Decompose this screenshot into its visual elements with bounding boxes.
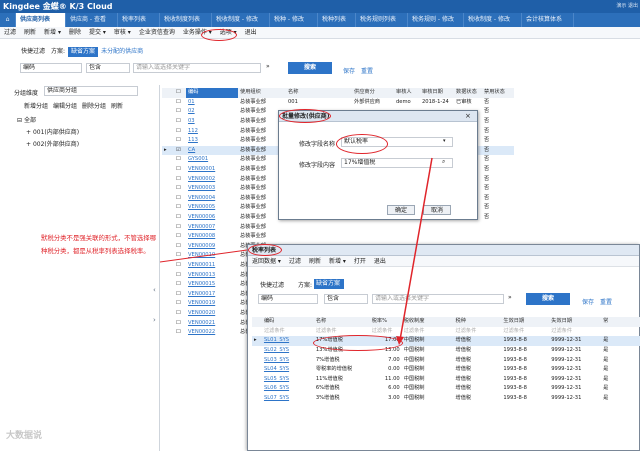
annotation-arrowhead — [396, 336, 404, 345]
annotation-arrow-line — [399, 157, 433, 341]
watermark: 大数据说 — [6, 431, 43, 441]
annotation-leader-line — [159, 249, 248, 263]
screen: { "app":{"logo":"Kingdee 金蝶® K/3 Cloud",… — [0, 0, 640, 451]
annotation-arrows — [159, 157, 433, 345]
